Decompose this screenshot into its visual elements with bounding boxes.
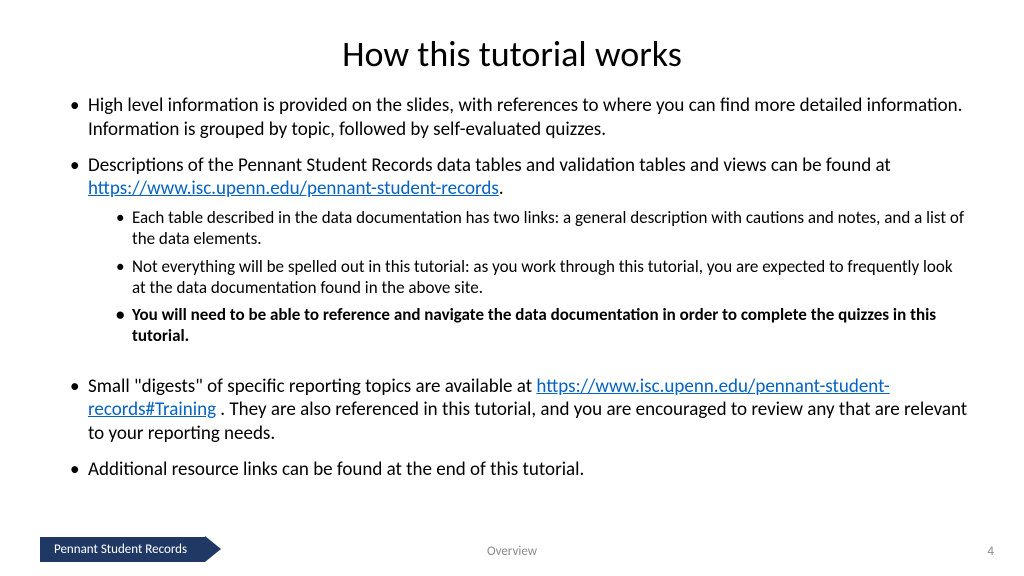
bullet-text: . They are also referenced in this tutor… xyxy=(88,398,967,445)
bullet-item: Descriptions of the Pennant Student Reco… xyxy=(70,154,969,347)
doc-link[interactable]: https://www.isc.upenn.edu/pennant-studen… xyxy=(88,177,499,200)
sub-bullet-item: Not everything will be spelled out in th… xyxy=(116,256,969,299)
bullet-item: High level information is provided on th… xyxy=(70,94,969,142)
slide-title: How this tutorial works xyxy=(0,0,1024,94)
sub-bullet-item: Each table described in the data documen… xyxy=(116,207,969,250)
bullet-text: Small "digests" of specific reporting to… xyxy=(88,375,536,398)
bullet-item: Small "digests" of specific reporting to… xyxy=(70,375,969,446)
breadcrumb-label: Pennant Student Records xyxy=(40,537,205,562)
bullet-list: High level information is provided on th… xyxy=(70,94,969,482)
slide-content: High level information is provided on th… xyxy=(0,94,1024,482)
sub-bullet-item-bold: You will need to be able to reference an… xyxy=(116,304,969,347)
slide-footer: Pennant Student Records Overview 4 xyxy=(0,536,1024,562)
sub-bullet-list: Each table described in the data documen… xyxy=(116,207,969,347)
bullet-text: . xyxy=(499,177,504,200)
footer-section-label: Overview xyxy=(487,544,537,559)
bullet-item: Additional resource links can be found a… xyxy=(70,458,969,482)
breadcrumb: Pennant Student Records xyxy=(40,536,221,562)
page-number: 4 xyxy=(987,544,994,559)
chevron-right-icon xyxy=(205,536,221,562)
bullet-text: Descriptions of the Pennant Student Reco… xyxy=(88,154,891,177)
